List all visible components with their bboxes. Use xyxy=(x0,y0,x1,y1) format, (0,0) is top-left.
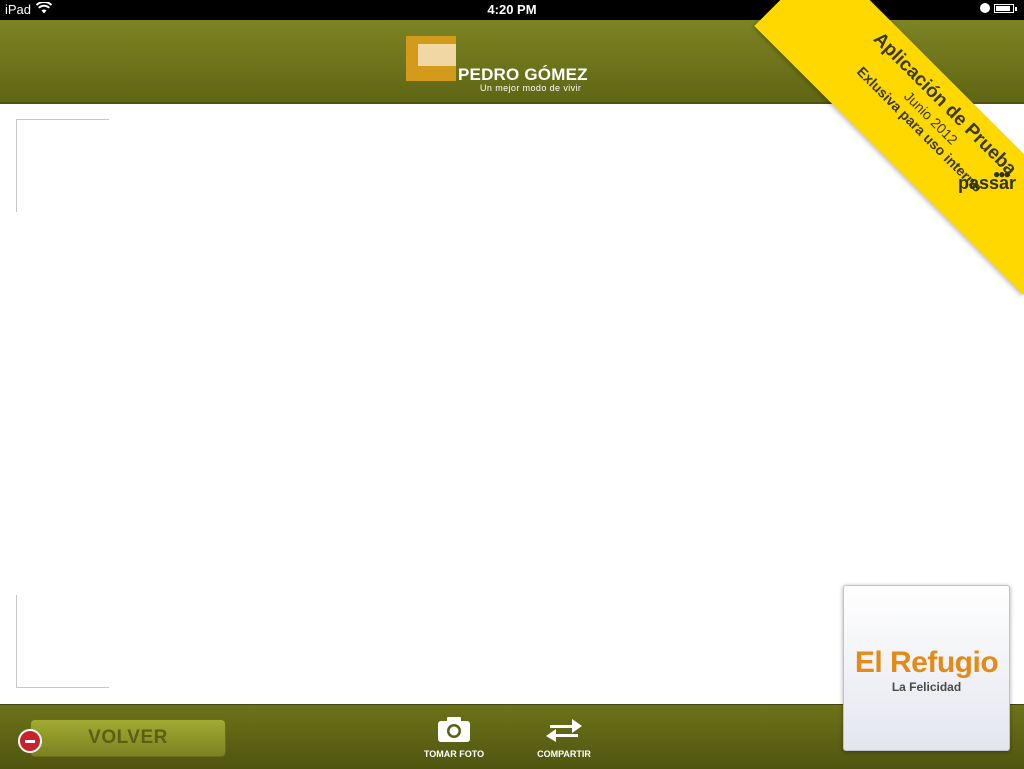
share-arrows-icon xyxy=(519,715,609,743)
back-button[interactable]: VOLVER xyxy=(30,719,226,757)
image-frame-top xyxy=(16,119,109,212)
project-name: El Refugio xyxy=(854,646,999,679)
passar-dots-icon: ●●● xyxy=(993,167,1011,181)
share-button[interactable]: COMPARTIR xyxy=(519,715,609,759)
brand-tagline: Un mejor modo de vivir xyxy=(480,83,582,93)
take-photo-button[interactable]: TOMAR FOTO xyxy=(409,715,499,759)
delete-icon[interactable] xyxy=(18,729,42,753)
passar-logo: passar ●●● xyxy=(958,167,1016,194)
project-subtitle: La Felicidad xyxy=(891,680,962,694)
brand-name: PEDRO GÓMEZ xyxy=(458,65,588,84)
take-photo-label: TOMAR FOTO xyxy=(423,749,485,759)
logo-mark-icon xyxy=(406,36,456,81)
rotation-lock-icon xyxy=(980,3,990,13)
battery-icon xyxy=(994,4,1017,13)
brand-logo: PEDRO GÓMEZ Un mejor modo de vivir xyxy=(406,36,618,96)
share-label: COMPARTIR xyxy=(537,749,591,759)
image-frame-bottom xyxy=(16,595,109,688)
camera-icon xyxy=(409,715,499,743)
project-card[interactable]: El Refugio La Felicidad xyxy=(843,585,1010,751)
battery-fill xyxy=(996,6,1010,11)
